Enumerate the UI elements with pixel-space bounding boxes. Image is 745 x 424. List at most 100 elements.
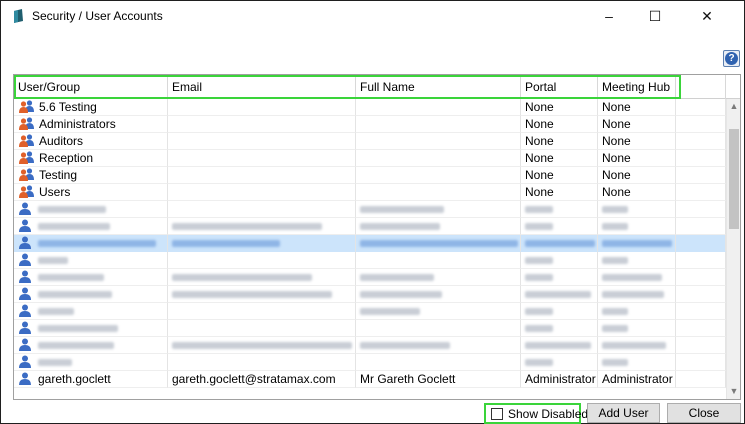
cell-meeting-hub	[598, 201, 676, 218]
cell-email	[168, 354, 356, 371]
table-row[interactable]	[14, 218, 726, 235]
cell-user-group	[14, 303, 168, 320]
title-bar[interactable]: Security / User Accounts – ☐ ✕	[1, 1, 744, 31]
cell-blank	[676, 320, 726, 337]
table-row[interactable]: Auditors None None	[14, 133, 726, 150]
cell-blank	[676, 201, 726, 218]
table-row[interactable]	[14, 354, 726, 371]
cell-blank	[676, 303, 726, 320]
help-button[interactable]: ?	[723, 50, 740, 67]
user-icon	[19, 236, 31, 249]
column-header-meeting-hub[interactable]: Meeting Hub	[598, 75, 676, 99]
group-name: Auditors	[39, 134, 84, 148]
cell-full-name	[356, 337, 521, 354]
user-group-icon	[19, 100, 34, 113]
redacted-text	[38, 325, 118, 333]
cell-full-name: Mr Gareth Goclett	[356, 371, 521, 388]
table-row[interactable]	[14, 320, 726, 337]
user-icon	[19, 355, 31, 368]
table-row[interactable]: Testing None None	[14, 167, 726, 184]
cell-meeting-hub: Administrator	[598, 371, 676, 388]
scrollbar-thumb[interactable]	[729, 129, 739, 229]
redacted-text	[525, 274, 553, 282]
cell-full-name	[356, 252, 521, 269]
cell-portal	[521, 337, 598, 354]
table-row[interactable]: 5.6 Testing None None	[14, 99, 726, 116]
cell-blank	[676, 235, 726, 252]
user-icon	[19, 270, 31, 283]
table-row[interactable]	[14, 269, 726, 286]
redacted-text	[38, 359, 72, 367]
user-icon	[19, 287, 31, 300]
cell-user-group	[14, 252, 168, 269]
cell-portal: None	[521, 184, 598, 201]
redacted-text	[38, 206, 106, 214]
redacted-text	[525, 308, 553, 316]
cell-full-name	[356, 286, 521, 303]
window-title: Security / User Accounts	[32, 9, 163, 23]
cell-email	[168, 337, 356, 354]
column-header-user-group[interactable]: User/Group	[14, 75, 168, 99]
cell-portal: None	[521, 167, 598, 184]
cell-meeting-hub: None	[598, 150, 676, 167]
user-icon	[19, 304, 31, 317]
cell-meeting-hub: None	[598, 167, 676, 184]
user-icon	[19, 321, 31, 334]
user-icon	[19, 219, 31, 232]
redacted-text	[38, 257, 68, 265]
table-row[interactable]	[14, 252, 726, 269]
redacted-text	[38, 240, 156, 248]
cell-blank	[676, 167, 726, 184]
column-header-portal[interactable]: Portal	[521, 75, 598, 99]
table-row[interactable]	[14, 201, 726, 218]
show-disabled-checkbox[interactable]: Show Disabled	[484, 403, 588, 424]
table-row[interactable]: Administrators None None	[14, 116, 726, 133]
cell-portal	[521, 269, 598, 286]
user-group-icon	[19, 168, 34, 181]
user-group-icon	[19, 151, 34, 164]
redacted-text	[360, 240, 518, 248]
cell-portal: None	[521, 150, 598, 167]
column-header-full-name[interactable]: Full Name	[356, 75, 521, 99]
redacted-text	[602, 240, 672, 248]
redacted-text	[172, 274, 312, 282]
table-row-selected[interactable]	[14, 235, 726, 252]
redacted-text	[360, 274, 434, 282]
redacted-text	[602, 257, 628, 265]
table-row[interactable]	[14, 286, 726, 303]
cell-meeting-hub	[598, 269, 676, 286]
add-user-button[interactable]: Add User	[587, 403, 660, 423]
close-button[interactable]: Close	[667, 403, 741, 423]
cell-meeting-hub	[598, 320, 676, 337]
cell-user-group: 5.6 Testing	[14, 99, 168, 116]
close-window-button[interactable]: ✕	[684, 1, 730, 31]
show-disabled-label[interactable]: Show Disabled	[508, 407, 588, 421]
minimize-button[interactable]: –	[586, 1, 632, 31]
cell-meeting-hub	[598, 286, 676, 303]
cell-user-group: Testing	[14, 167, 168, 184]
table-row[interactable]	[14, 337, 726, 354]
group-name: Users	[39, 185, 71, 199]
cell-portal	[521, 320, 598, 337]
cell-blank	[676, 371, 726, 388]
user-accounts-grid[interactable]: User/Group Email Full Name Portal Meetin…	[13, 74, 741, 400]
cell-portal: None	[521, 99, 598, 116]
maximize-button[interactable]: ☐	[632, 1, 678, 31]
cell-email	[168, 184, 356, 201]
scroll-up-arrow-icon[interactable]: ▲	[727, 99, 740, 114]
scroll-down-arrow-icon[interactable]: ▼	[727, 384, 740, 399]
cell-email	[168, 235, 356, 252]
cell-email	[168, 303, 356, 320]
table-row[interactable]	[14, 303, 726, 320]
cell-user-group: Reception	[14, 150, 168, 167]
cell-full-name	[356, 320, 521, 337]
cell-portal	[521, 354, 598, 371]
vertical-scrollbar[interactable]: ▲ ▼	[726, 99, 740, 399]
table-row[interactable]: Users None None	[14, 184, 726, 201]
table-row[interactable]: Reception None None	[14, 150, 726, 167]
cell-user-group	[14, 269, 168, 286]
table-row[interactable]: gareth.goclett gareth.goclett@stratamax.…	[14, 371, 726, 388]
group-name: Reception	[39, 151, 94, 165]
column-header-email[interactable]: Email	[168, 75, 356, 99]
checkbox-box[interactable]	[491, 408, 503, 420]
